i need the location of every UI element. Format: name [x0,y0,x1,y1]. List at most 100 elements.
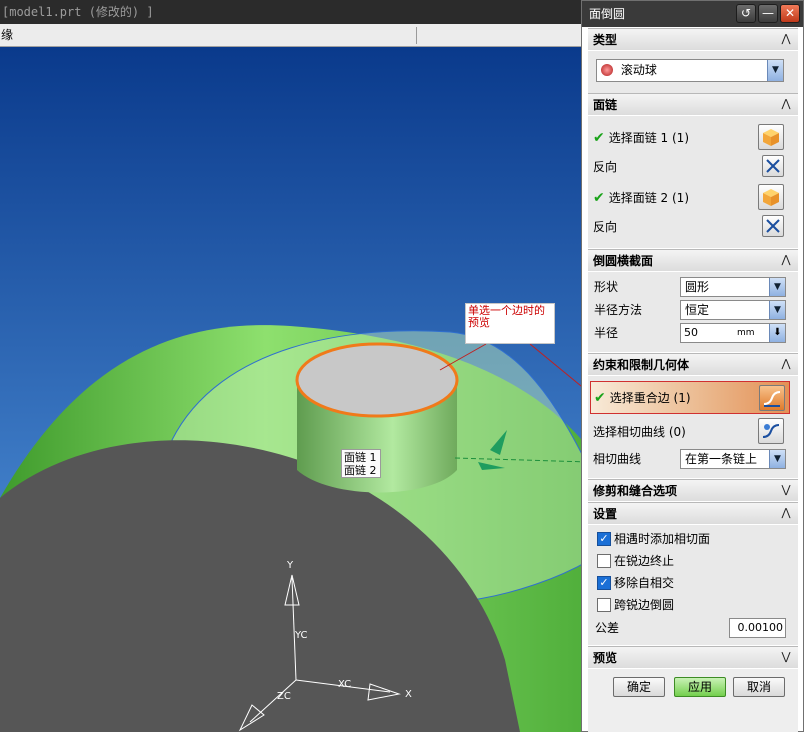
cancel-button[interactable]: 取消 [733,677,785,697]
type-selected-value: 滚动球 [620,63,657,77]
dialog-title-bar[interactable]: 面倒圆 ↺ — ✕ [582,1,803,27]
settings-group-body: ✓ 相遇时添加相切面 在锐边终止 ✓ 移除自相交 跨锐边倒圆 公差 0.0010… [588,525,798,645]
radius-method-label: 半径方法 [594,303,643,317]
dialog-body: 类型 ⋀ 滚动球 ▼ 面链 ⋀ ✔ 选择面链 1 (1) 反向 ✔ 选择面链 2… [588,27,798,732]
chevron-down-icon[interactable]: ▼ [769,301,785,319]
face-blend-dialog: 面倒圆 ↺ — ✕ 类型 ⋀ 滚动球 ▼ 面链 ⋀ ✔ 选择面链 1 (1) 反… [581,0,804,732]
select-tangent-curve-label[interactable]: 选择相切曲线 (0) [593,424,686,440]
radius-value: 50 [684,326,698,339]
trim-group-title: 修剪和缝合选项 [593,484,678,498]
settings-option-2-label: 在锐边终止 [614,554,675,568]
reset-button[interactable]: ↺ [736,4,756,23]
edge-select-icon [763,391,781,407]
chevron-down-icon[interactable]: ▼ [767,60,783,81]
checkbox-checked-icon[interactable]: ✓ [597,576,611,590]
reverse-direction-button-1[interactable] [762,155,784,177]
constraint-group-title: 约束和限制几何体 [593,358,690,372]
radius-method-dropdown[interactable]: 恒定 ▼ [680,300,786,320]
face-chain-group-body: ✔ 选择面链 1 (1) 反向 ✔ 选择面链 2 (1) 反向 [588,116,798,248]
shape-label: 形状 [594,280,619,294]
face-chain-labels: 面链 1 面链 2 [341,449,381,478]
check-icon: ✔ [594,390,606,406]
cross-section-group-header[interactable]: 倒圆横截面 ⋀ [588,249,798,271]
axis-y-label: Y [287,560,294,571]
tangent-curve-button[interactable] [758,418,784,444]
dialog-title: 面倒圆 [589,7,626,21]
checkbox-unchecked-icon[interactable] [597,598,611,612]
check-icon: ✔ [593,190,605,206]
chevron-down-icon[interactable]: ▼ [769,278,785,296]
face-select-button-1[interactable] [758,124,784,150]
trim-group-header[interactable]: 修剪和缝合选项 ⋁ [588,479,798,501]
shape-dropdown[interactable]: 圆形 ▼ [680,277,786,297]
constraint-group-header[interactable]: 约束和限制几何体 ⋀ [588,353,798,375]
edge-label: 缘 [1,28,14,42]
face-chain-2-label: 面链 2 [344,464,377,477]
reverse-direction-button-2[interactable] [762,215,784,237]
collapse-up-icon: ⋀ [781,97,791,110]
settings-option-3-label: 移除自相交 [614,576,675,590]
cross-section-group-title: 倒圆横截面 [593,254,654,268]
tolerance-label: 公差 [595,621,620,635]
settings-option-4-label: 跨锐边倒圆 [614,598,675,612]
minimize-button[interactable]: — [758,4,778,23]
ok-button[interactable]: 确定 [613,677,665,697]
axis-x-label: X [405,689,412,700]
select-coincident-edge-row[interactable]: ✔ 选择重合边 (1) [590,381,790,414]
select-face-chain-1-label: 选择面链 1 (1) [608,131,689,145]
checkbox-unchecked-icon[interactable] [597,554,611,568]
face-cube-icon [763,129,779,146]
face-chain-1-label: 面链 1 [344,451,377,464]
type-dropdown[interactable]: 滚动球 ▼ [596,59,784,82]
settings-group-header[interactable]: 设置 ⋀ [588,502,798,524]
reverse-direction-icon [766,159,780,173]
collapse-up-icon: ⋀ [781,32,791,45]
face-chain-group-header[interactable]: 面链 ⋀ [588,93,798,115]
collapse-up-icon: ⋀ [781,506,791,519]
checkbox-checked-icon[interactable]: ✓ [597,532,611,546]
expand-down-icon: ⋁ [781,483,791,496]
edge-toolbar: 缘 [0,24,590,47]
rolling-ball-icon [601,64,613,76]
select-coincident-edge-label: 选择重合边 (1) [609,391,691,405]
reverse-direction-icon [766,219,780,233]
apply-button[interactable]: 应用 [674,677,726,697]
collapse-up-icon: ⋀ [781,253,791,266]
select-face-chain-2-label: 选择面链 2 (1) [608,191,689,205]
radius-input[interactable]: 50 mm ⬇ [680,323,786,343]
graphics-viewport[interactable]: Y YC XC X ZC [0,47,590,732]
type-group-header[interactable]: 类型 ⋀ [588,28,798,50]
face-chain-group-title: 面链 [593,98,618,112]
tangent-curve-label: 相切曲线 [593,452,642,466]
preview-callout: 单选一个边时的预览 [465,303,555,344]
coincident-edge-button[interactable] [759,385,785,411]
radius-unit: mm [737,328,755,338]
constraint-group-body: ✔ 选择重合边 (1) 选择相切曲线 (0) 相切曲线 在第一条链上 ▼ [588,376,798,478]
axis-yc-label: YC [295,630,308,641]
curve-select-icon [762,424,780,438]
check-icon: ✔ [593,130,605,146]
tolerance-input[interactable]: 0.00100 [729,618,786,638]
toolbar-separator [416,27,417,44]
preview-group-title: 预览 [593,651,618,665]
main-window-title: [model1.prt (修改的) ] [0,0,590,24]
dialog-footer: 确定 应用 取消 [588,669,798,732]
face-select-button-2[interactable] [758,184,784,210]
axis-zc-label: ZC [277,691,291,702]
collapse-up-icon: ⋀ [781,357,791,370]
expand-down-icon: ⋁ [781,650,791,663]
radius-options-icon[interactable]: ⬇ [769,324,785,342]
radius-label: 半径 [594,326,619,340]
select-face-chain-1-row[interactable]: ✔ 选择面链 1 (1) [593,130,689,146]
radius-method-value: 恒定 [685,303,710,317]
tangent-curve-dropdown[interactable]: 在第一条链上 ▼ [680,449,786,469]
cross-section-group-body: 形状 圆形 ▼ 半径方法 恒定 ▼ 半径 50 mm ⬇ [588,272,798,352]
select-coincident-edge-text: ✔ 选择重合边 (1) [594,390,691,406]
type-group-body: 滚动球 ▼ [588,51,798,93]
nx-workspace: [model1.prt (修改的) ] 缘 Y YC XC X ZC 单选一个边… [0,0,804,732]
close-button[interactable]: ✕ [780,4,800,23]
shape-value: 圆形 [685,280,710,294]
chevron-down-icon[interactable]: ▼ [769,450,785,468]
select-face-chain-2-row[interactable]: ✔ 选择面链 2 (1) [593,190,689,206]
preview-group-header[interactable]: 预览 ⋁ [588,646,798,668]
